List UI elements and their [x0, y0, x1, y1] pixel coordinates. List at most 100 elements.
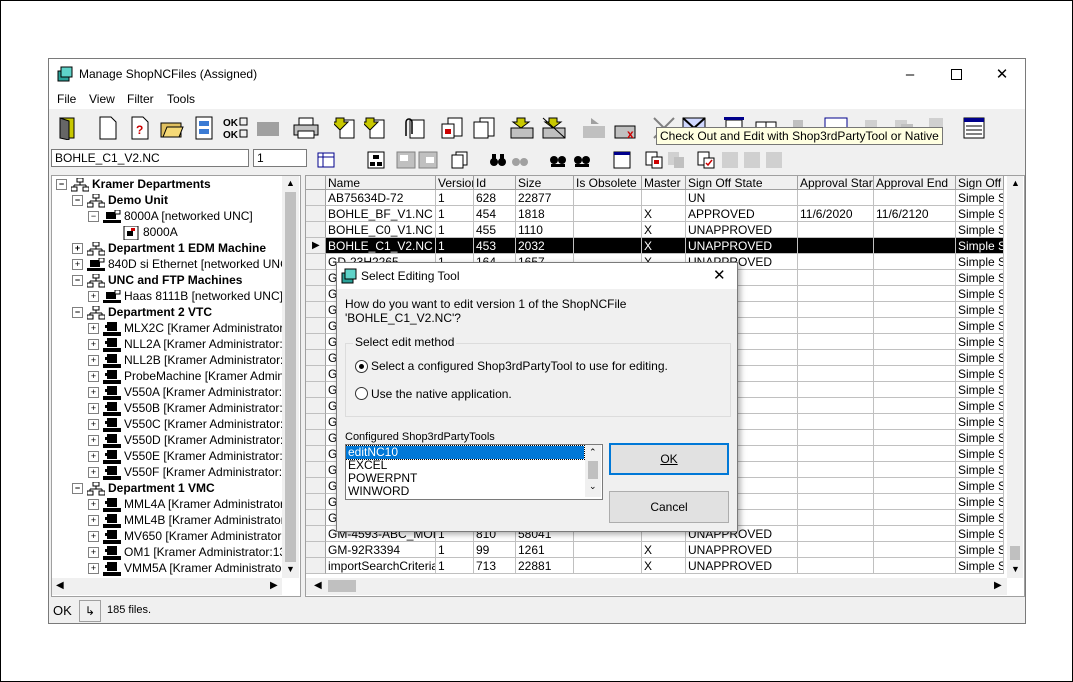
row-header[interactable]	[306, 190, 326, 206]
table-row[interactable]: BOHLE_C0_V1.NC 1 455 1110 X UNAPPROVED Simple …	[306, 222, 1016, 238]
row-header[interactable]	[306, 302, 326, 318]
column-header[interactable]: Approval Start	[798, 176, 874, 190]
row-header[interactable]	[306, 270, 326, 286]
row-header[interactable]	[306, 494, 326, 510]
expand-icon[interactable]: +	[88, 451, 99, 463]
grid-horizontal-scrollbar[interactable]: ◀ ▶	[306, 578, 1007, 595]
tree-horizontal-scrollbar[interactable]: ◀ ▶	[52, 578, 282, 595]
disabled-tool-button[interactable]	[253, 113, 283, 143]
approve-button[interactable]	[695, 149, 717, 171]
tree-node[interactable]: + MML4A [Kramer Administrator:	[88, 496, 287, 512]
grid-hscroll-thumb[interactable]	[328, 580, 356, 592]
grid-vertical-scrollbar[interactable]: ▲ ▼	[1007, 176, 1023, 578]
tree-node[interactable]: + VMM5A [Kramer Administrator:	[88, 560, 289, 576]
row-header[interactable]	[306, 558, 326, 574]
tree-vertical-scrollbar[interactable]: ▲ ▼	[282, 176, 299, 578]
table-row[interactable]: AB75634D-72 1 628 22877 UN Simple S	[306, 190, 1016, 206]
tree-node[interactable]: − Kramer Departments	[56, 176, 211, 192]
tree-node[interactable]: + V550F [Kramer Administrator:3	[88, 464, 289, 480]
grid-scroll-thumb[interactable]	[1010, 546, 1020, 560]
tree-node[interactable]: − Department 1 VMC	[72, 480, 215, 496]
copy-file-button[interactable]	[469, 113, 499, 143]
download-button[interactable]	[507, 113, 537, 143]
tool-list-item[interactable]: WINWORD	[346, 485, 584, 498]
menu-tools[interactable]: Tools	[167, 92, 195, 106]
option-tool-label[interactable]: Select a configured Shop3rdPartyTool to …	[371, 359, 668, 373]
column-header[interactable]: Size	[516, 176, 574, 190]
tree-node[interactable]: 8000A	[122, 224, 178, 241]
approve-b-button[interactable]	[719, 149, 741, 171]
attach-button[interactable]	[399, 113, 429, 143]
binoculars-next-button[interactable]	[509, 149, 531, 171]
option-native-radio[interactable]	[355, 387, 368, 400]
checklist-button[interactable]	[189, 113, 219, 143]
expand-icon[interactable]: +	[88, 419, 99, 431]
tree-scroll-thumb[interactable]	[285, 192, 296, 562]
row-header[interactable]	[306, 222, 326, 238]
row-header[interactable]	[306, 526, 326, 542]
column-header[interactable]: Version	[436, 176, 474, 190]
expand-icon[interactable]: +	[88, 563, 99, 575]
download-all-button[interactable]	[539, 113, 569, 143]
ok-ok-button[interactable]: OK OK	[221, 113, 251, 143]
expand-icon[interactable]: +	[88, 531, 99, 543]
column-header[interactable]: Master	[642, 176, 686, 190]
tree-node[interactable]: + NLL2A [Kramer Administrator:1	[88, 336, 289, 352]
row-header[interactable]	[306, 446, 326, 462]
table-row[interactable]: BOHLE_BF_V1.NC 1 454 1818 X APPROVED 11/6/2020…	[306, 206, 1016, 222]
help-file-button[interactable]: ?	[125, 113, 155, 143]
minimize-button[interactable]: –	[887, 59, 933, 89]
tree-node[interactable]: + Haas 8111B [networked UNC]	[88, 288, 283, 304]
expand-icon[interactable]: +	[88, 387, 99, 399]
tree-node[interactable]: + V550A [Kramer Administrator:2	[88, 384, 289, 400]
option-tool-radio[interactable]	[355, 360, 368, 373]
exit-button[interactable]	[53, 113, 83, 143]
expand-icon[interactable]: +	[88, 355, 99, 367]
column-header[interactable]: Is Obsolete	[574, 176, 642, 190]
file-name-field[interactable]	[51, 149, 249, 167]
row-header[interactable]	[306, 334, 326, 350]
table-row[interactable]: ▶ BOHLE_C1_V2.NC 1 453 2032 X UNAPPROVED Simple…	[306, 238, 1016, 254]
layout-a-button[interactable]	[395, 149, 417, 171]
check-a-button[interactable]	[643, 149, 665, 171]
tools-scroll-thumb[interactable]	[588, 461, 598, 479]
column-header[interactable]: Id	[474, 176, 516, 190]
tree-node[interactable]: + V550C [Kramer Administrator:2	[88, 416, 290, 432]
tree-node[interactable]: + MV650 [Kramer Administrator:	[88, 528, 285, 544]
tree-node[interactable]: +840D si Ethernet [networked UNC]	[72, 256, 292, 272]
receive-button[interactable]: x	[611, 113, 641, 143]
department-tree[interactable]: − Kramer Departments − Demo Unit −8000A [net…	[51, 175, 301, 597]
tree-node[interactable]: + NLL2B [Kramer Administrator:1	[88, 352, 290, 368]
tree-node[interactable]: + V550E [Kramer Administrator:2	[88, 448, 289, 464]
layout-b-button[interactable]	[417, 149, 439, 171]
column-header[interactable]: Sign Off State	[686, 176, 798, 190]
expand-icon[interactable]: +	[88, 467, 99, 479]
tree-view-button[interactable]	[365, 149, 387, 171]
collapse-icon[interactable]: −	[88, 211, 99, 223]
expand-icon[interactable]: +	[88, 547, 99, 559]
pages-button[interactable]	[449, 149, 471, 171]
row-header[interactable]	[306, 414, 326, 430]
window-button[interactable]	[611, 149, 633, 171]
column-header[interactable]: Sign Off F	[956, 176, 1004, 190]
new-file-button[interactable]	[93, 113, 123, 143]
menu-view[interactable]: View	[89, 92, 115, 106]
print-button[interactable]	[291, 113, 321, 143]
tree-node[interactable]: + V550B [Kramer Administrator:2	[88, 400, 289, 416]
row-header[interactable]	[306, 430, 326, 446]
collapse-icon[interactable]: −	[72, 195, 83, 207]
tree-node[interactable]: − Department 2 VTC	[72, 304, 212, 320]
menu-file[interactable]: File	[57, 92, 76, 106]
row-header[interactable]	[306, 478, 326, 494]
find-b-button[interactable]	[571, 149, 593, 171]
check-b-button[interactable]	[665, 149, 687, 171]
add-file-button[interactable]	[437, 113, 467, 143]
import-button[interactable]	[331, 113, 361, 143]
maximize-button[interactable]	[933, 59, 979, 89]
report-button[interactable]	[959, 113, 989, 143]
expand-icon[interactable]: +	[88, 371, 99, 383]
row-header[interactable]	[306, 398, 326, 414]
tree-node[interactable]: + OM1 [Kramer Administrator:13]	[88, 544, 289, 560]
row-header[interactable]	[306, 462, 326, 478]
expand-icon[interactable]: +	[88, 499, 99, 511]
